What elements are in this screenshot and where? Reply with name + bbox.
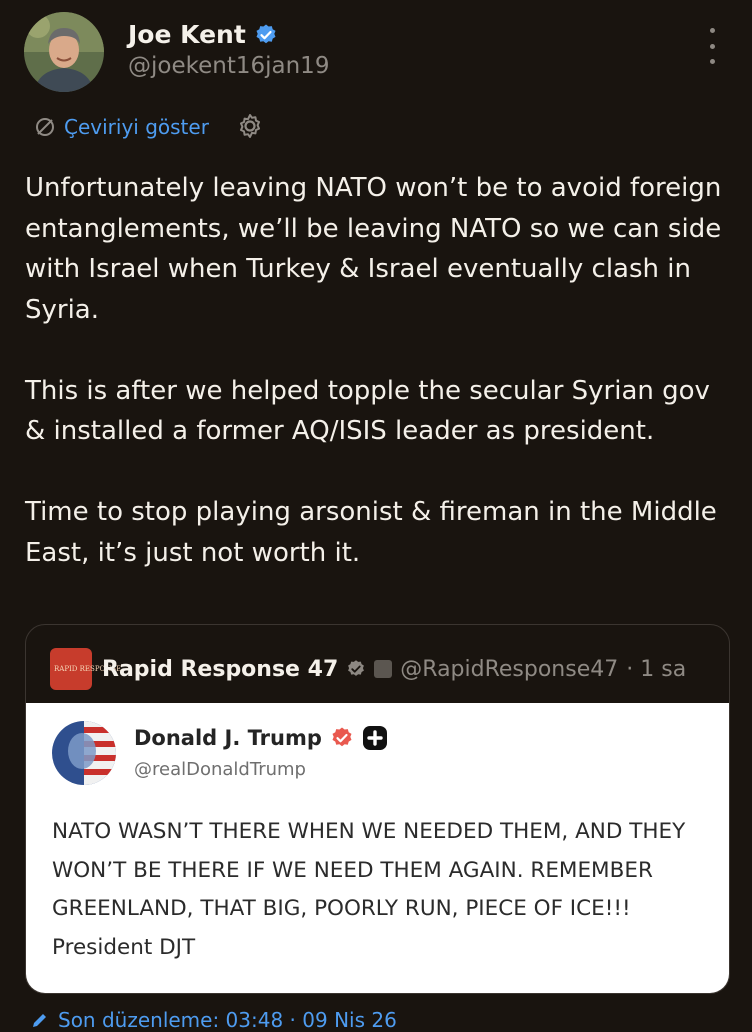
embedded-post-image: Donald J. Trump @realDonaldTrump NATO WA… — [26, 703, 729, 993]
trump-name: Donald J. Trump — [134, 726, 322, 750]
author-name[interactable]: Joe Kent — [128, 20, 246, 49]
trump-post-text: NATO WASN’T THERE WHEN WE NEEDED THEM, A… — [52, 819, 686, 960]
verified-badge-icon — [256, 24, 276, 43]
verified-red-badge-icon — [332, 727, 352, 747]
tweet-paragraph: This is after we helped topple the secul… — [25, 375, 710, 447]
tweet-paragraph: Time to stop playing arsonist & fireman … — [25, 497, 717, 568]
quoted-post[interactable]: RAPID RESPONSE Rapid Response 47 @RapidR… — [25, 624, 730, 994]
show-translation-link[interactable]: Çeviriyi göster — [34, 112, 209, 142]
last-edited-link[interactable]: Son düzenleme: 03:48 · 09 Nis 26 — [30, 1008, 397, 1032]
quoted-post-time[interactable]: · 1 sa — [626, 657, 686, 682]
quoted-author-name[interactable]: Rapid Response 47 — [102, 657, 338, 682]
translate-icon — [36, 118, 54, 136]
verified-gray-badge-icon — [348, 660, 365, 676]
tweet-text: Unfortunately leaving NATO won’t be to a… — [25, 168, 725, 573]
quoted-post-header: RAPID RESPONSE Rapid Response 47 @RapidR… — [50, 647, 686, 691]
plus-badge-icon — [362, 726, 387, 750]
author-handle[interactable]: @joekent16jan19 — [128, 53, 329, 79]
more-options-icon[interactable] — [700, 28, 724, 64]
trump-name-row: Donald J. Trump — [134, 725, 388, 751]
tweet-paragraph: Unfortunately leaving NATO won’t be to a… — [25, 173, 722, 325]
trump-handle: @realDonaldTrump — [134, 759, 306, 780]
last-edited-label: Son düzenleme: 03:48 · 09 Nis 26 — [58, 1008, 397, 1032]
trump-avatar — [52, 721, 116, 785]
affiliation-badge-icon — [374, 660, 393, 678]
rapid-response-avatar[interactable]: RAPID RESPONSE — [50, 648, 122, 690]
show-translation-label: Çeviriyi göster — [64, 115, 209, 139]
author-name-row[interactable]: Joe Kent — [128, 20, 278, 49]
quoted-author-handle[interactable]: @RapidResponse47 — [400, 657, 618, 682]
rapid-response-logo-text: RAPID RESPONSE — [54, 665, 122, 673]
author-avatar[interactable] — [24, 12, 104, 92]
pencil-icon — [33, 1014, 46, 1027]
gear-icon[interactable] — [236, 112, 264, 140]
